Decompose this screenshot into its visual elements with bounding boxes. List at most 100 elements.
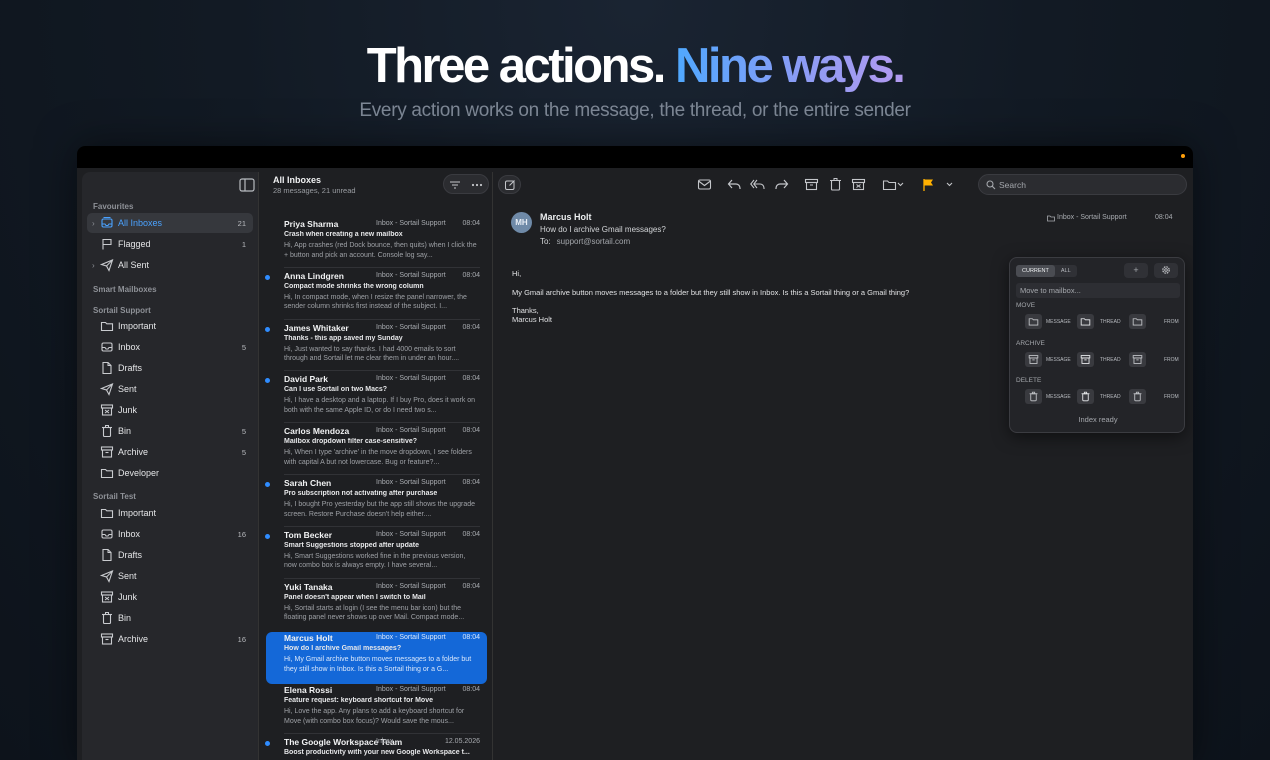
to-address[interactable]: support@sortail.com [557,237,630,246]
sidebar-item-archive[interactable]: Archive 5 [87,442,253,462]
flag-icon[interactable] [921,177,936,192]
message-subject: Feature request: keyboard shortcut for M… [284,697,433,705]
scope-all-button[interactable]: ALL [1055,265,1077,277]
message-sender: Elena Rossi [284,685,333,696]
reply-icon[interactable] [727,177,742,192]
row-divider [284,266,480,268]
sidebar-item-important[interactable]: Important [87,316,253,336]
sidebar-item-all-sent[interactable]: › All Sent [87,255,253,275]
trash-icon[interactable] [828,177,843,192]
delete-message-button[interactable] [1025,389,1042,404]
add-rule-button[interactable]: + [1124,263,1148,278]
envelope-icon[interactable] [697,177,712,192]
search-placeholder: Search [999,180,1026,190]
move-from-button[interactable] [1129,314,1146,329]
action-label: FROM [1164,319,1179,325]
message-row[interactable]: Elena Rossi Inbox - Sortail Support 08:04 F… [266,684,487,736]
menu-bar [77,146,1193,168]
delete-from-button[interactable] [1129,389,1146,404]
sidebar-item-developer[interactable]: Developer [87,463,253,483]
move-thread-button[interactable] [1077,314,1094,329]
sidebar-item-sent[interactable]: Sent [87,379,253,399]
message-subject: Pro subscription not activating after pu… [284,490,438,497]
forward-icon[interactable] [774,177,789,192]
sidebar-item-label: Drafts [118,550,143,560]
settings-button[interactable] [1154,263,1178,278]
message-row[interactable]: Sarah Chen Inbox - Sortail Support 08:04 Pr… [265,477,487,529]
sidebar-item-important[interactable]: Important [87,503,253,523]
archive-message-button[interactable] [1025,352,1042,367]
sidebar-item-bin[interactable]: Bin [87,608,253,628]
trash-icon [1081,391,1090,402]
sidebar-item-all-inboxes[interactable]: › All Inboxes 21 [87,213,253,233]
compose-button[interactable] [498,175,521,194]
unread-count: 1 [241,239,246,249]
sidebar-item-label: Sent [118,571,137,581]
move-message-button[interactable] [1025,314,1042,329]
filter-icon[interactable] [449,179,461,191]
message-mailbox: Inbox - Sortail Support [376,686,446,694]
sidebar-item-archive[interactable]: Archive 16 [87,629,253,649]
index-status: Index ready [1078,415,1118,424]
sidebar-item-drafts[interactable]: Drafts [87,545,253,565]
message-row[interactable]: Marcus Holt Inbox - Sortail Support 08:04 H… [266,632,487,685]
message-sender: Marcus Holt [284,633,333,644]
message-row[interactable]: Tom Becker Inbox - Sortail Support 08:04 Sm… [265,529,487,581]
flag-menu-chevron-icon[interactable] [945,177,954,192]
message-preview: Hi, I have a desktop and a laptop. If I … [284,397,476,414]
chevron-right-icon[interactable]: › [92,219,95,228]
sidebar-item-flagged[interactable]: Flagged 1 [87,234,253,254]
message-subject: Crash when creating a new mailbox [284,231,403,238]
archive-from-button[interactable] [1129,352,1146,367]
folder-icon [100,468,114,479]
folder-icon [1080,318,1091,326]
body-greeting: Hi, [512,269,522,278]
sidebar-toggle-icon[interactable] [239,178,255,192]
message-row[interactable]: Yuki Tanaka Inbox - Sortail Support 08:04 P… [266,581,487,633]
hero-title-accent: Nine ways. [675,39,906,93]
sidebar-item-junk[interactable]: Junk [87,400,253,420]
move-to-mailbox-input[interactable]: Move to mailbox... [1016,283,1180,298]
sidebar-item-sent[interactable]: Sent [87,566,253,586]
unread-count: 16 [237,634,246,644]
reply-all-icon[interactable] [750,177,765,192]
message-preview: Hi, App crashes (red Dock bounce, then q… [284,242,477,259]
message-mailbox: Inbox - Sortail Support [376,220,446,227]
sidebar-item-junk[interactable]: Junk [87,587,253,607]
message-sender: James Whitaker [284,322,349,333]
sidebar-item-inbox[interactable]: Inbox 5 [87,337,253,357]
message-sender: Anna Lindgren [284,270,344,281]
message-mailbox: Inbox - Sortail Support [376,479,446,486]
archive-thread-button[interactable] [1077,352,1094,367]
move-to-folder-icon[interactable] [882,177,897,192]
junk-icon[interactable] [851,177,866,192]
message-row[interactable]: James Whitaker Inbox - Sortail Support 08:… [265,322,487,374]
sidebar-item-bin[interactable]: Bin 5 [87,421,253,441]
message-row[interactable]: Carlos Mendoza Inbox - Sortail Support 08:… [266,425,487,477]
message-row[interactable]: The Google Workspace Team Inbox... 12.05.2… [265,736,487,760]
message-subject: How do I archive Gmail messages? [284,645,402,653]
message-row[interactable]: David Park Inbox - Sortail Support 08:04 Ca… [265,373,487,425]
message-row[interactable]: Priya Sharma Inbox - Sortail Support 08:04… [266,218,487,270]
chevron-right-icon[interactable]: › [92,261,95,270]
search-field[interactable]: Search [978,174,1187,195]
message-mailbox: Inbox... [376,738,399,745]
chevron-down-icon[interactable] [896,177,905,192]
scope-current-button[interactable]: CURRENT [1016,265,1055,277]
message-mailbox: Inbox - Sortail Support [376,271,446,279]
message-preview: Hi, Smart Suggestions worked fine in the… [284,552,466,570]
message-time: 12.05.2026 [444,738,480,745]
action-label: FROM [1164,357,1179,363]
body-paragraph: My Gmail archive button moves messages t… [512,288,910,297]
message-subject: Compact mode shrinks the wrong column [284,282,424,290]
archive-icon[interactable] [804,177,819,192]
sidebar-item-inbox[interactable]: Inbox 16 [87,524,253,544]
delete-thread-button[interactable] [1077,389,1094,404]
reader-time: 08:04 [1155,214,1173,221]
message-row[interactable]: Anna Lindgren Inbox - Sortail Support 08:0… [265,270,487,322]
more-icon[interactable] [471,179,483,191]
folder-icon [100,321,114,332]
sidebar-item-drafts[interactable]: Drafts [87,358,253,378]
recording-indicator-icon [1181,154,1185,158]
paper-plane-icon [100,570,114,583]
